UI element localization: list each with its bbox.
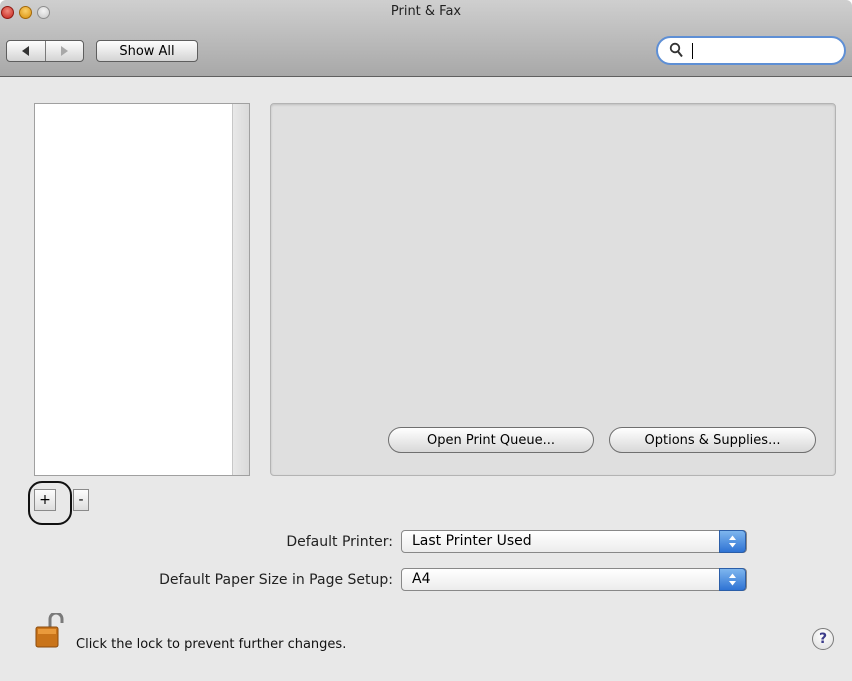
printer-list-scrollbar[interactable]: [232, 104, 249, 475]
default-printer-select[interactable]: Last Printer Used: [401, 530, 747, 553]
forward-button[interactable]: [44, 41, 84, 61]
default-printer-label: Default Printer:: [286, 534, 393, 550]
default-paper-size-label: Default Paper Size in Page Setup:: [159, 572, 393, 588]
default-paper-size-select[interactable]: A4: [401, 568, 747, 591]
print-fax-window: Print & Fax Show All Open Print Queue...…: [0, 0, 852, 681]
search-input[interactable]: [690, 42, 840, 59]
printer-detail-panel: [270, 103, 836, 476]
back-forward-control: [6, 40, 84, 62]
window-title: Print & Fax: [390, 4, 462, 19]
default-printer-value: Last Printer Used: [412, 533, 532, 549]
back-arrow-icon: [21, 46, 29, 56]
help-button[interactable]: ?: [812, 628, 834, 650]
window-toolbar: Print & Fax Show All: [0, 0, 852, 77]
printer-list[interactable]: [34, 103, 250, 476]
search-icon: [669, 42, 683, 58]
lock-status-text: Click the lock to prevent further change…: [76, 637, 347, 652]
up-down-arrows-icon: [719, 530, 746, 553]
default-paper-size-value: A4: [412, 571, 431, 587]
open-print-queue-button[interactable]: Open Print Queue...: [388, 427, 594, 453]
text-caret: [692, 43, 693, 59]
show-all-button[interactable]: Show All: [96, 40, 198, 62]
up-down-arrows-icon: [719, 568, 746, 591]
options-supplies-button[interactable]: Options & Supplies...: [609, 427, 816, 453]
search-field[interactable]: [656, 36, 846, 65]
lock-icon[interactable]: [34, 613, 68, 649]
remove-printer-button[interactable]: -: [73, 489, 89, 511]
forward-arrow-icon: [61, 46, 69, 56]
add-printer-button[interactable]: +: [34, 489, 56, 511]
back-button[interactable]: [7, 41, 45, 61]
